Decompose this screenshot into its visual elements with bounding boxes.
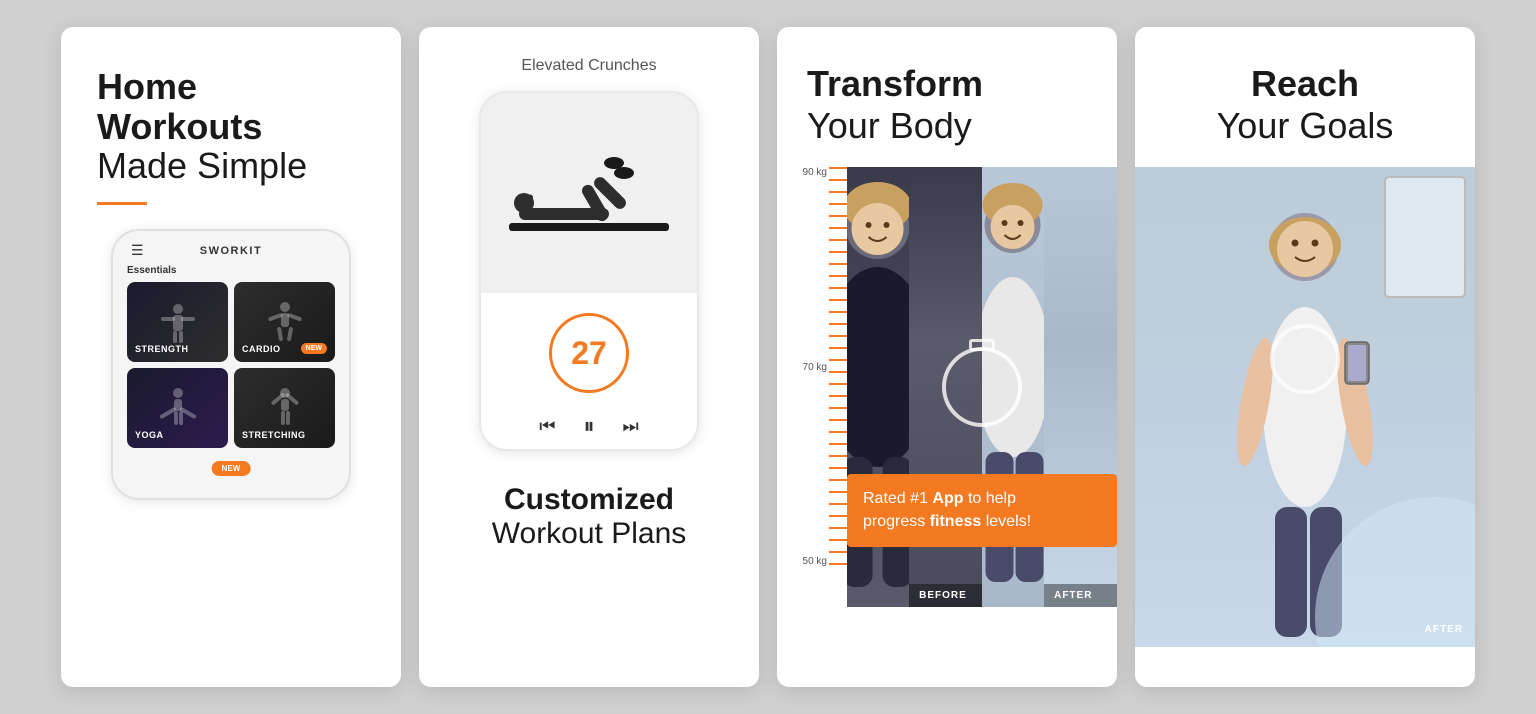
orange-banner: Rated #1 App to help progress fitness le… <box>847 474 1117 547</box>
transform-light: Your Body <box>807 105 1087 147</box>
ruler-label-90: 90 kg <box>797 167 827 178</box>
transform-bold: Transform <box>807 63 1087 105</box>
after-label: AFTER <box>1044 584 1117 607</box>
cardio-label: CARDIO <box>242 344 281 354</box>
orange-divider <box>97 202 147 205</box>
card-home-workouts: Home Workouts Made Simple ☰ SWORKIT Esse… <box>61 27 401 687</box>
exercise-image-area <box>481 93 697 293</box>
ruler-label-50: 50 kg <box>797 556 827 567</box>
transform-section: 90 kg 70 kg 50 kg <box>777 167 1117 607</box>
goals-person-image <box>1135 167 1475 647</box>
exercise-title: Elevated Crunches <box>521 57 656 75</box>
cards-container: Home Workouts Made Simple ☰ SWORKIT Esse… <box>37 3 1499 711</box>
crunch-exercise-figure <box>499 143 679 243</box>
stretching-tile[interactable]: STRETCHING <box>234 368 335 448</box>
yoga-figure <box>153 383 203 433</box>
card-customized-workout: Elevated Crunches <box>419 27 759 687</box>
workout-controls[interactable]: ⏮ ⏸ ⏭ <box>539 413 638 439</box>
card-reach-goals: Reach Your Goals <box>1135 27 1475 687</box>
reach-bold: Reach <box>1165 63 1445 105</box>
strength-label: STRENGTH <box>135 344 189 354</box>
card1-headline-light: Made Simple <box>97 146 365 186</box>
banner-text: Rated #1 App to help progress fitness le… <box>863 488 1101 533</box>
cardio-tile[interactable]: CARDIO NEW <box>234 282 335 362</box>
stopwatch-ring <box>1270 324 1340 394</box>
card4-header: Reach Your Goals <box>1135 27 1475 147</box>
card1-headline-bold: Home Workouts <box>97 67 365 146</box>
yoga-label: YOGA <box>135 430 164 440</box>
forward-icon[interactable]: ⏭ <box>623 416 639 437</box>
card3-header: Transform Your Body <box>777 27 1117 147</box>
strength-figure <box>153 297 203 347</box>
pause-icon[interactable]: ⏸ <box>583 413 594 439</box>
banner-bold-app: App <box>932 490 963 507</box>
phone-mockup: ☰ SWORKIT Essentials <box>111 229 351 500</box>
timer-circle: 27 <box>549 313 629 393</box>
customized-light: Workout Plans <box>492 517 687 551</box>
ruler-label-70: 70 kg <box>797 362 827 373</box>
reach-light: Your Goals <box>1165 105 1445 147</box>
yoga-tile[interactable]: YOGA <box>127 368 228 448</box>
phone-header: ☰ SWORKIT <box>127 245 335 257</box>
phone-exercise-mockup: 27 ⏮ ⏸ ⏭ <box>479 91 699 451</box>
workout-grid: STRENGTH CARDIO NEW <box>127 282 335 448</box>
customized-bold: Customized <box>492 483 687 517</box>
cardio-figure <box>260 297 310 347</box>
stretching-figure <box>260 383 310 433</box>
ruler-labels: 90 kg 70 kg 50 kg <box>797 167 827 567</box>
card-transform-body: Transform Your Body 90 kg 70 kg 50 kg <box>777 27 1117 687</box>
stretching-label: STRETCHING <box>242 430 306 440</box>
ruler-ticks <box>829 167 847 567</box>
after-label-4: AFTER <box>1425 624 1463 635</box>
rewind-icon[interactable]: ⏮ <box>539 416 555 437</box>
bottom-new-row: NEW <box>127 454 335 484</box>
cardio-new-badge: NEW <box>301 343 327 354</box>
goals-image-section: AFTER <box>1135 167 1475 647</box>
hamburger-icon: ☰ <box>131 242 144 259</box>
customized-title: Customized Workout Plans <box>492 483 687 551</box>
app-name-label: SWORKIT <box>200 245 262 257</box>
goals-person-svg <box>1135 167 1475 647</box>
bottom-new-badge: NEW <box>212 461 251 476</box>
strength-tile[interactable]: STRENGTH <box>127 282 228 362</box>
before-label: BEFORE <box>909 584 982 607</box>
banner-bold-fitness: fitness <box>930 513 982 530</box>
stopwatch-icon <box>942 347 1022 427</box>
essentials-label: Essentials <box>127 265 335 276</box>
timer-number: 27 <box>571 335 607 372</box>
